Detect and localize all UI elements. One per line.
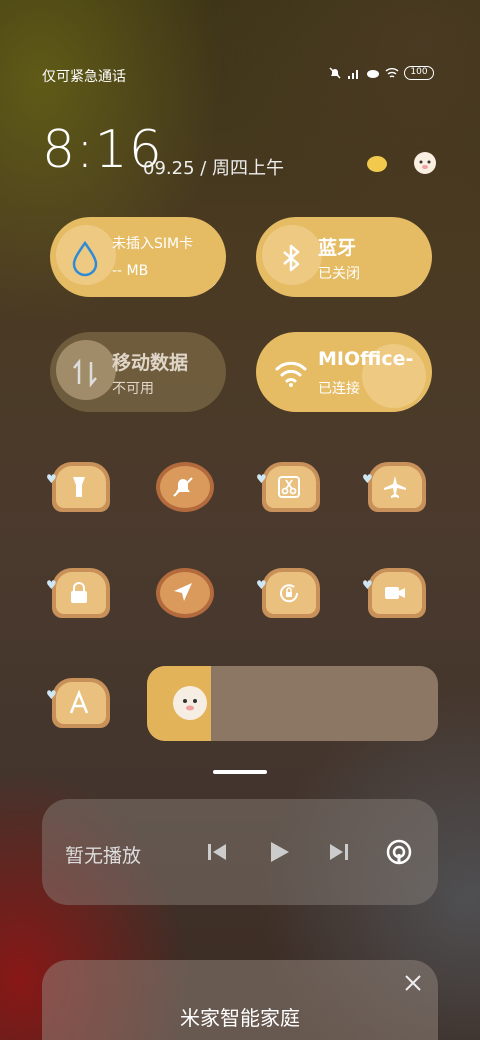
mobile-data-title: 移动数据	[112, 352, 189, 374]
wifi-title: MIOffice-	[318, 348, 414, 370]
heart-icon: ♥	[362, 578, 373, 592]
data-usage-sub: -- MB	[112, 263, 149, 279]
font-toggle[interactable]: ♥	[46, 674, 110, 728]
bluetooth-icon	[283, 244, 300, 272]
wifi-tile[interactable]: MIOffice- 已连接	[256, 332, 432, 412]
rotation-lock-toggle[interactable]: ♥	[256, 564, 320, 618]
water-drop-icon	[72, 240, 98, 277]
heart-icon: ♥	[46, 578, 57, 592]
media-status: 暂无播放	[65, 845, 142, 867]
font-icon	[69, 690, 89, 714]
lock-toggle[interactable]: ♥	[46, 564, 110, 618]
smart-home-title: 米家智能家庭	[180, 1006, 300, 1030]
heart-icon: ♥	[256, 578, 267, 592]
carrier-status: 仅可紧急通话	[42, 69, 126, 85]
weather-icon[interactable]	[364, 150, 390, 176]
smart-home-card[interactable]: 米家智能家庭	[42, 960, 438, 1040]
screenshot-icon	[278, 476, 300, 498]
sheep-avatar-icon[interactable]	[412, 150, 438, 176]
location-icon	[174, 583, 192, 601]
screen-record-toggle[interactable]: ♥	[362, 564, 426, 618]
video-icon	[385, 587, 405, 599]
heart-icon: ♥	[256, 472, 267, 486]
data-usage-tile[interactable]: 未插入SIM卡 -- MB	[50, 217, 226, 297]
battery-icon: 100	[404, 66, 434, 80]
close-icon[interactable]	[404, 974, 422, 992]
mute-icon	[173, 477, 193, 497]
media-player: 暂无播放	[42, 799, 438, 905]
expand-corner-icon	[208, 283, 216, 291]
screenshot-toggle[interactable]: ♥	[256, 458, 320, 512]
rotation-lock-icon	[280, 584, 299, 603]
signal-icon	[348, 70, 358, 79]
mute-toggle[interactable]	[152, 458, 214, 512]
expand-corner-icon	[414, 283, 422, 291]
data-usage-title: 未插入SIM卡	[112, 236, 194, 252]
wifi-icon	[385, 68, 399, 78]
drag-handle[interactable]	[213, 770, 267, 774]
heart-icon: ♥	[46, 472, 57, 486]
bluetooth-tile[interactable]: 蓝牙 已关闭	[256, 217, 432, 297]
play-icon[interactable]	[264, 837, 294, 867]
airplane-icon	[384, 476, 406, 498]
flashlight-icon	[73, 477, 85, 497]
bell-slash-icon	[329, 67, 341, 79]
previous-icon[interactable]	[202, 837, 232, 867]
bluetooth-title: 蓝牙	[318, 237, 357, 259]
bluetooth-status: 已关闭	[318, 266, 360, 282]
wifi-status: 已连接	[318, 381, 360, 397]
lock-icon	[71, 582, 87, 603]
heart-icon: ♥	[362, 472, 373, 486]
next-icon[interactable]	[324, 837, 354, 867]
wifi-icon	[275, 361, 307, 387]
status-icons: 100	[328, 66, 434, 80]
mobile-data-icon	[73, 358, 97, 388]
location-toggle[interactable]	[152, 564, 214, 618]
airplane-toggle[interactable]: ♥	[362, 458, 426, 512]
cast-icon[interactable]	[384, 837, 414, 867]
flashlight-toggle[interactable]: ♥	[46, 458, 110, 512]
mobile-data-tile[interactable]: 移动数据 不可用	[50, 332, 226, 412]
date: 09.25 / 周四上午	[143, 158, 285, 179]
expand-corner-icon	[414, 398, 422, 406]
heart-icon: ♥	[46, 688, 57, 702]
sheep-knob-icon[interactable]	[173, 686, 207, 720]
cloud-icon	[367, 70, 379, 78]
brightness-slider[interactable]	[147, 666, 438, 741]
mobile-data-status: 不可用	[112, 381, 154, 397]
